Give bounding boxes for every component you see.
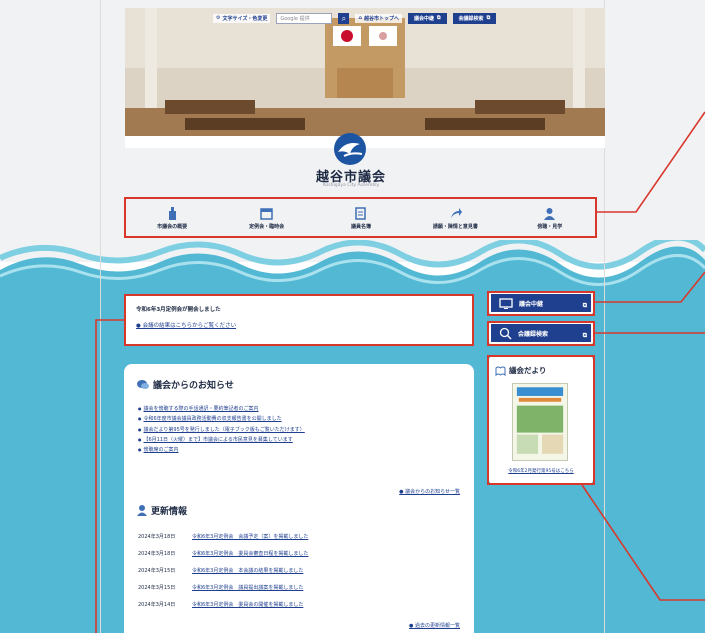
live-stream-button[interactable]: 議会中継 ⧉: [407, 12, 447, 24]
list-item[interactable]: 【6月11日（火曜）まで】市議会による市民意見を募集しています: [138, 435, 305, 445]
update-row: 2024年3月15日 令和6年3月定例会 本会議の結果を掲載しました: [138, 568, 304, 574]
highlight-notice: [124, 294, 474, 346]
search-input[interactable]: Google 提供: [276, 12, 333, 24]
update-row: 2024年3月14日 令和6年3月定例会 委員会の開催を掲載しました: [138, 602, 304, 608]
announcements-more-link[interactable]: ● 議会からのお知らせ一覧: [399, 488, 460, 495]
city-logo-icon[interactable]: [330, 132, 370, 166]
updates-heading: 更新情報: [137, 504, 187, 517]
screenshot-stage: ⚙ 文字サイズ・色変更 Google 提供 ⌕ ⌂ 越谷市トップへ 議会中継 ⧉…: [0, 0, 705, 633]
home-icon: ⌂: [358, 15, 362, 21]
highlight-nav: [124, 197, 597, 238]
font-size-link[interactable]: ⚙ 文字サイズ・色変更: [213, 13, 271, 23]
main-content-card: 議会からのお知らせ 議会を傍聴する際の手話通訳・要約筆記者のご案内 令和6年度市…: [124, 364, 474, 633]
list-item[interactable]: 議会を傍聴する際の手話通訳・要約筆記者のご案内: [138, 404, 305, 414]
person-icon: [137, 505, 147, 516]
update-row: 2024年3月15日 令和6年3月定例会 議員提出議案を掲載しました: [138, 585, 304, 591]
announcements-heading: 議会からのお知らせ: [137, 378, 234, 391]
update-row: 2024年3月18日 令和6年3月定例会 委員会審査日程を掲載しました: [138, 551, 309, 557]
site-subtitle: Koshigaya City Assembly: [322, 183, 380, 188]
assembly-hall-photo: [125, 8, 605, 148]
list-item[interactable]: 議会だより第95号を発行しました（電子ブック版もご覧いただけます）: [138, 425, 305, 435]
header-bar: ⚙ 文字サイズ・色変更 Google 提供 ⌕ ⌂ 越谷市トップへ 議会中継 ⧉…: [213, 9, 600, 27]
update-row: 2024年3月18日 令和6年3月定例会 会議予定（案）を掲載しました: [138, 534, 309, 540]
highlight-minutes: [487, 321, 595, 346]
highlight-live: [487, 291, 595, 316]
updates-more-link[interactable]: ● 過去の更新情報一覧: [409, 622, 460, 629]
search-button[interactable]: ⌕: [338, 12, 350, 24]
minutes-search-button[interactable]: 会議録検索 ⧉: [452, 12, 497, 24]
external-link-icon: ⧉: [486, 15, 491, 21]
chat-bubble-icon: [137, 379, 149, 389]
gear-icon: ⚙: [216, 15, 221, 21]
list-item[interactable]: 令和6年度市議会議員政務活動費の収支報告書を公開しました: [138, 414, 305, 424]
external-link-icon: ⧉: [436, 15, 441, 21]
announcements-list: 議会を傍聴する際の手話通訳・要約筆記者のご案内 令和6年度市議会議員政務活動費の…: [138, 404, 305, 455]
list-item[interactable]: 傍聴席のご案内: [138, 445, 305, 455]
search-icon: ⌕: [341, 13, 347, 23]
highlight-newsletter: [487, 355, 595, 485]
city-top-link[interactable]: ⌂ 越谷市トップへ: [355, 13, 402, 23]
